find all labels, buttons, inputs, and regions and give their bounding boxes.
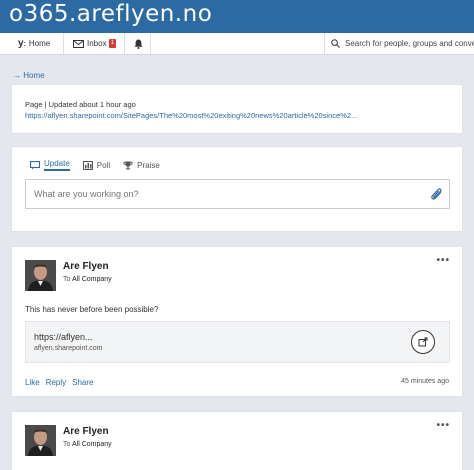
post-author[interactable]: Are Flyen <box>63 261 109 272</box>
post-recipient: To All Company <box>63 441 112 448</box>
post-author[interactable]: Are Flyen <box>63 426 109 437</box>
site-banner: o365.areflyen.no <box>0 0 474 33</box>
avatar[interactable] <box>25 425 56 456</box>
post-group-link[interactable]: All Company <box>72 276 112 283</box>
publisher-input[interactable]: What are you working on? <box>25 179 450 209</box>
update-icon <box>30 160 40 170</box>
nav-divider <box>150 33 151 54</box>
share-button[interactable]: Share <box>72 378 93 387</box>
link-preview[interactable]: https://aflyen... aflyen.sharepoint.com <box>25 321 450 363</box>
tab-update[interactable]: Update <box>30 159 70 171</box>
tab-poll[interactable]: Poll <box>82 159 111 171</box>
search-icon <box>331 39 340 48</box>
post-to-prefix: To <box>63 276 71 283</box>
post-timestamp[interactable]: 45 minutes ago <box>401 378 449 385</box>
search-bar[interactable]: Search for people, groups and conversati… <box>324 33 474 54</box>
nav-home[interactable]: y: Home <box>18 33 50 54</box>
poll-icon <box>82 160 93 170</box>
publisher-card: Update Poll Praise What are you working … <box>11 146 463 232</box>
site-title: o365.areflyen.no <box>9 1 213 27</box>
tab-praise-label: Praise <box>137 160 160 170</box>
post-actions: Like Reply Share <box>25 378 94 387</box>
inbox-icon <box>73 39 84 48</box>
post-body: This has never before been possible? <box>25 305 159 314</box>
breadcrumb-home[interactable]: → Home <box>13 71 45 80</box>
trophy-icon <box>123 161 133 170</box>
bell-icon <box>134 39 143 49</box>
inbox-count-badge: 1 <box>108 39 116 48</box>
link-preview-domain: aflyen.sharepoint.com <box>34 345 103 352</box>
notifications-button[interactable] <box>134 33 143 54</box>
nav-divider <box>124 33 125 54</box>
search-input[interactable]: Search for people, groups and conversati… <box>345 39 474 48</box>
like-button[interactable]: Like <box>25 378 40 387</box>
nav-inbox-label: Inbox <box>87 39 107 48</box>
page-info-card: Page | Updated about 1 hour ago https://… <box>11 84 463 134</box>
tab-update-label: Update <box>44 159 70 171</box>
top-navigation: y: Home Inbox 1 Search for people, group… <box>0 33 474 55</box>
post-card: Are Flyen To All Company ••• <box>11 411 463 470</box>
tab-praise[interactable]: Praise <box>123 159 160 171</box>
publisher-placeholder: What are you working on? <box>34 189 139 199</box>
link-preview-title: https://aflyen... <box>34 332 93 342</box>
post-to-prefix: To <box>63 441 71 448</box>
open-link-button[interactable] <box>411 330 435 354</box>
publisher-tabs: Update Poll Praise <box>30 159 160 171</box>
nav-home-label: Home <box>28 39 51 48</box>
post-group-link[interactable]: All Company <box>72 441 112 448</box>
post-recipient: To All Company <box>63 276 112 283</box>
external-link-icon <box>418 337 428 347</box>
reply-button[interactable]: Reply <box>46 378 66 387</box>
page-meta: Page | Updated about 1 hour ago <box>25 100 136 109</box>
avatar[interactable] <box>25 260 56 291</box>
tab-poll-label: Poll <box>96 160 111 170</box>
post-card: Are Flyen To All Company ••• This has ne… <box>11 246 463 397</box>
nav-divider <box>63 33 64 54</box>
page-url-link[interactable]: https://aflyen.sharepoint.com/SitePages/… <box>25 111 357 120</box>
nav-inbox[interactable]: Inbox 1 <box>73 33 116 54</box>
more-options-icon[interactable]: ••• <box>436 420 450 431</box>
more-options-icon[interactable]: ••• <box>436 255 450 266</box>
yammer-icon: y: <box>18 38 26 49</box>
attachment-icon[interactable] <box>431 188 443 204</box>
